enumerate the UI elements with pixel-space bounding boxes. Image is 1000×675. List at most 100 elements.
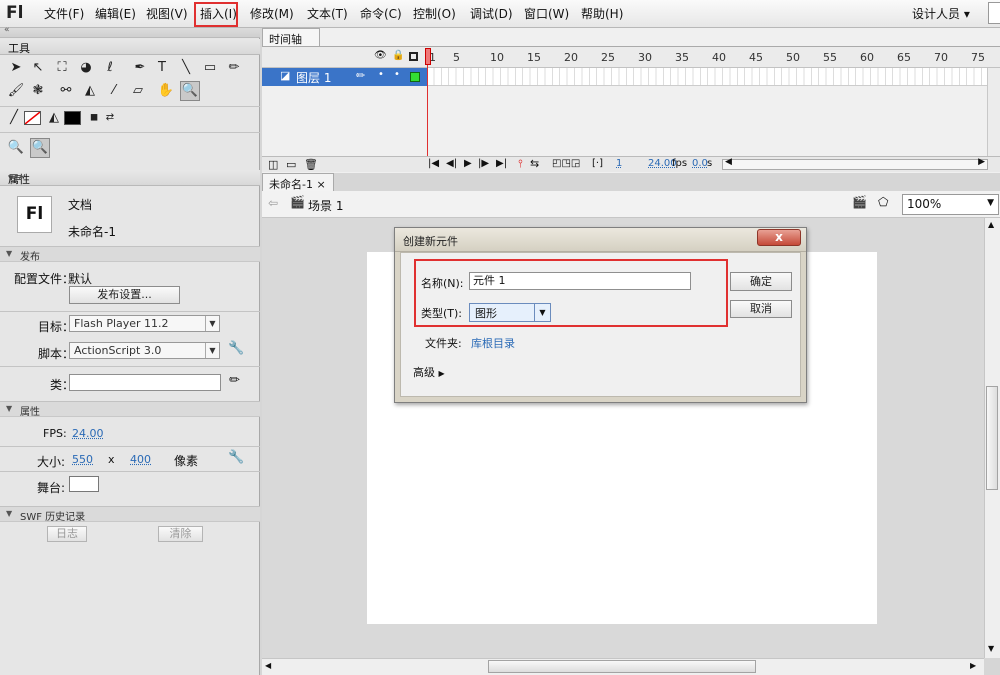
- zoom-out-icon[interactable]: 🔍: [30, 138, 50, 158]
- close-icon[interactable]: x: [757, 229, 801, 246]
- log-button[interactable]: 日志: [47, 526, 87, 542]
- prev-frame-icon[interactable]: ◀|: [446, 158, 457, 169]
- scene-label[interactable]: 场景 1: [308, 197, 343, 214]
- zoom-in-icon[interactable]: 🔍: [6, 138, 26, 158]
- trash-icon[interactable]: 🗑: [304, 158, 318, 171]
- stage-vscroll[interactable]: ▲ ▼: [984, 218, 1000, 658]
- dialog-titlebar[interactable]: 创建新元件 x: [395, 228, 806, 252]
- menu-modify[interactable]: 修改(M): [250, 5, 294, 22]
- wrench-icon[interactable]: 🔧: [228, 341, 244, 356]
- playhead[interactable]: [425, 48, 431, 65]
- timeline-hscroll[interactable]: ◀ ▶: [722, 157, 988, 170]
- edit-scene-icon[interactable]: 🎬: [852, 195, 867, 209]
- back-arrow-icon[interactable]: ⇦: [268, 196, 278, 210]
- library-root-link[interactable]: 库根目录: [471, 335, 515, 351]
- menu-control[interactable]: 控制(O): [413, 5, 456, 22]
- target-select[interactable]: Flash Player 11.2 ▼: [69, 315, 220, 332]
- menu-debug[interactable]: 调试(D): [470, 5, 513, 22]
- ok-button[interactable]: 确定: [730, 272, 792, 291]
- scroll-left-icon[interactable]: ◀: [725, 157, 732, 167]
- bone-tool-icon[interactable]: ⚯: [56, 81, 76, 101]
- text-tool-icon[interactable]: T: [152, 58, 172, 78]
- edit-symbol-icon[interactable]: ⬠: [878, 195, 888, 209]
- pencil-tool-icon[interactable]: ✏: [224, 58, 244, 78]
- fill-color-swatch[interactable]: [64, 111, 81, 125]
- zoom-tool-icon[interactable]: 🔍: [180, 81, 200, 101]
- lock-dot-icon[interactable]: •: [394, 69, 400, 80]
- zoom-select[interactable]: 100% ▼: [902, 194, 999, 215]
- deco-tool-icon[interactable]: ❃: [28, 81, 48, 101]
- fps-value[interactable]: 24.00: [72, 427, 104, 440]
- publish-section-header[interactable]: ▼ 发布: [0, 246, 260, 263]
- rectangle-tool-icon[interactable]: ▭: [200, 58, 220, 78]
- document-tab[interactable]: 未命名-1 ×: [262, 173, 334, 191]
- eraser-tool-icon[interactable]: ▱: [128, 81, 148, 101]
- class-input[interactable]: [69, 374, 221, 391]
- new-folder-icon[interactable]: ▭: [286, 158, 296, 171]
- swf-history-section-header[interactable]: ▼ SWF 历史记录: [0, 506, 260, 523]
- outline-icon[interactable]: [409, 52, 418, 61]
- tools-panel-header[interactable]: 工具: [0, 39, 260, 55]
- hscroll-thumb[interactable]: [488, 660, 756, 673]
- timeline-vscroll[interactable]: [987, 68, 1000, 156]
- line-tool-icon[interactable]: ╲: [176, 58, 196, 78]
- layer-outline-color[interactable]: [410, 72, 420, 82]
- scroll-up-icon[interactable]: ▲: [988, 220, 994, 229]
- panel-collapse-grip[interactable]: «: [0, 25, 260, 38]
- cancel-button[interactable]: 取消: [730, 300, 792, 318]
- new-layer-icon[interactable]: ◫: [268, 158, 278, 171]
- subselection-tool-icon[interactable]: ↖: [28, 58, 48, 78]
- fill-color-icon[interactable]: ◭: [44, 108, 64, 128]
- time-display[interactable]: 0.0: [692, 158, 708, 169]
- height-value[interactable]: 400: [130, 453, 151, 466]
- next-frame-icon[interactable]: |▶: [478, 158, 489, 169]
- panel-menu-icon[interactable]: ▾≡: [8, 171, 256, 184]
- scroll-right-icon[interactable]: ▶: [970, 661, 976, 670]
- scroll-left-icon[interactable]: ◀: [265, 661, 271, 670]
- layer-row[interactable]: ◪ 图层 1 ✏ • •: [262, 68, 427, 86]
- menu-window[interactable]: 窗口(W): [524, 5, 569, 22]
- wrench-icon[interactable]: 🔧: [228, 450, 244, 465]
- advanced-toggle[interactable]: 高级 ▶: [413, 364, 445, 380]
- pen-tool-icon[interactable]: ✒: [130, 58, 150, 78]
- last-frame-icon[interactable]: ▶|: [496, 158, 507, 169]
- publish-settings-button[interactable]: 发布设置...: [69, 286, 180, 304]
- pencil-icon[interactable]: ✏: [229, 373, 240, 388]
- loop-icon[interactable]: ⇆: [530, 157, 539, 170]
- stroke-color-icon[interactable]: ╱: [4, 108, 24, 128]
- lasso-tool-icon[interactable]: ℓ: [100, 58, 120, 78]
- menu-text[interactable]: 文本(T): [307, 5, 348, 22]
- width-value[interactable]: 550: [72, 453, 93, 466]
- vscroll-thumb[interactable]: [986, 386, 998, 490]
- properties-section-header[interactable]: ▼ 属性: [0, 401, 260, 418]
- workspace-selector[interactable]: 设计人员 ▾: [912, 5, 970, 22]
- clear-button[interactable]: 清除: [158, 526, 203, 542]
- paint-bucket-tool-icon[interactable]: ◭: [80, 81, 100, 101]
- stroke-color-swatch[interactable]: [24, 111, 41, 125]
- menu-file[interactable]: 文件(F): [44, 5, 84, 22]
- stage-hscroll[interactable]: ◀ ▶: [262, 658, 984, 675]
- free-transform-tool-icon[interactable]: ⛶: [52, 58, 72, 78]
- close-tab-icon[interactable]: ×: [316, 178, 325, 191]
- menu-help[interactable]: 帮助(H): [581, 5, 623, 22]
- center-frame-icon[interactable]: ⫯: [518, 157, 523, 171]
- hand-tool-icon[interactable]: ✋: [156, 81, 176, 101]
- eyedropper-tool-icon[interactable]: ⁄: [104, 81, 124, 101]
- play-icon[interactable]: ▶: [464, 158, 472, 169]
- menu-view[interactable]: 视图(V): [146, 5, 188, 22]
- timeline-tab[interactable]: 时间轴: [262, 28, 320, 46]
- stage-color-swatch[interactable]: [69, 476, 99, 492]
- menu-edit[interactable]: 编辑(E): [95, 5, 136, 22]
- visibility-dot-icon[interactable]: •: [378, 69, 384, 80]
- properties-panel-header[interactable]: 属性 ▾≡: [0, 170, 260, 186]
- selection-tool-icon[interactable]: ➤: [6, 58, 26, 78]
- edit-markers-icon[interactable]: [·]: [592, 158, 603, 169]
- onion-skin-icon[interactable]: ◰◳◲: [552, 158, 580, 169]
- brush-tool-icon[interactable]: 🖌: [6, 81, 26, 101]
- menu-commands[interactable]: 命令(C): [360, 5, 402, 22]
- current-frame-value[interactable]: 1: [616, 158, 622, 169]
- scroll-right-icon[interactable]: ▶: [978, 157, 985, 167]
- search-input[interactable]: [988, 2, 1000, 24]
- 3d-rotation-tool-icon[interactable]: ◕: [76, 58, 96, 78]
- lock-icon[interactable]: 🔒: [392, 50, 404, 61]
